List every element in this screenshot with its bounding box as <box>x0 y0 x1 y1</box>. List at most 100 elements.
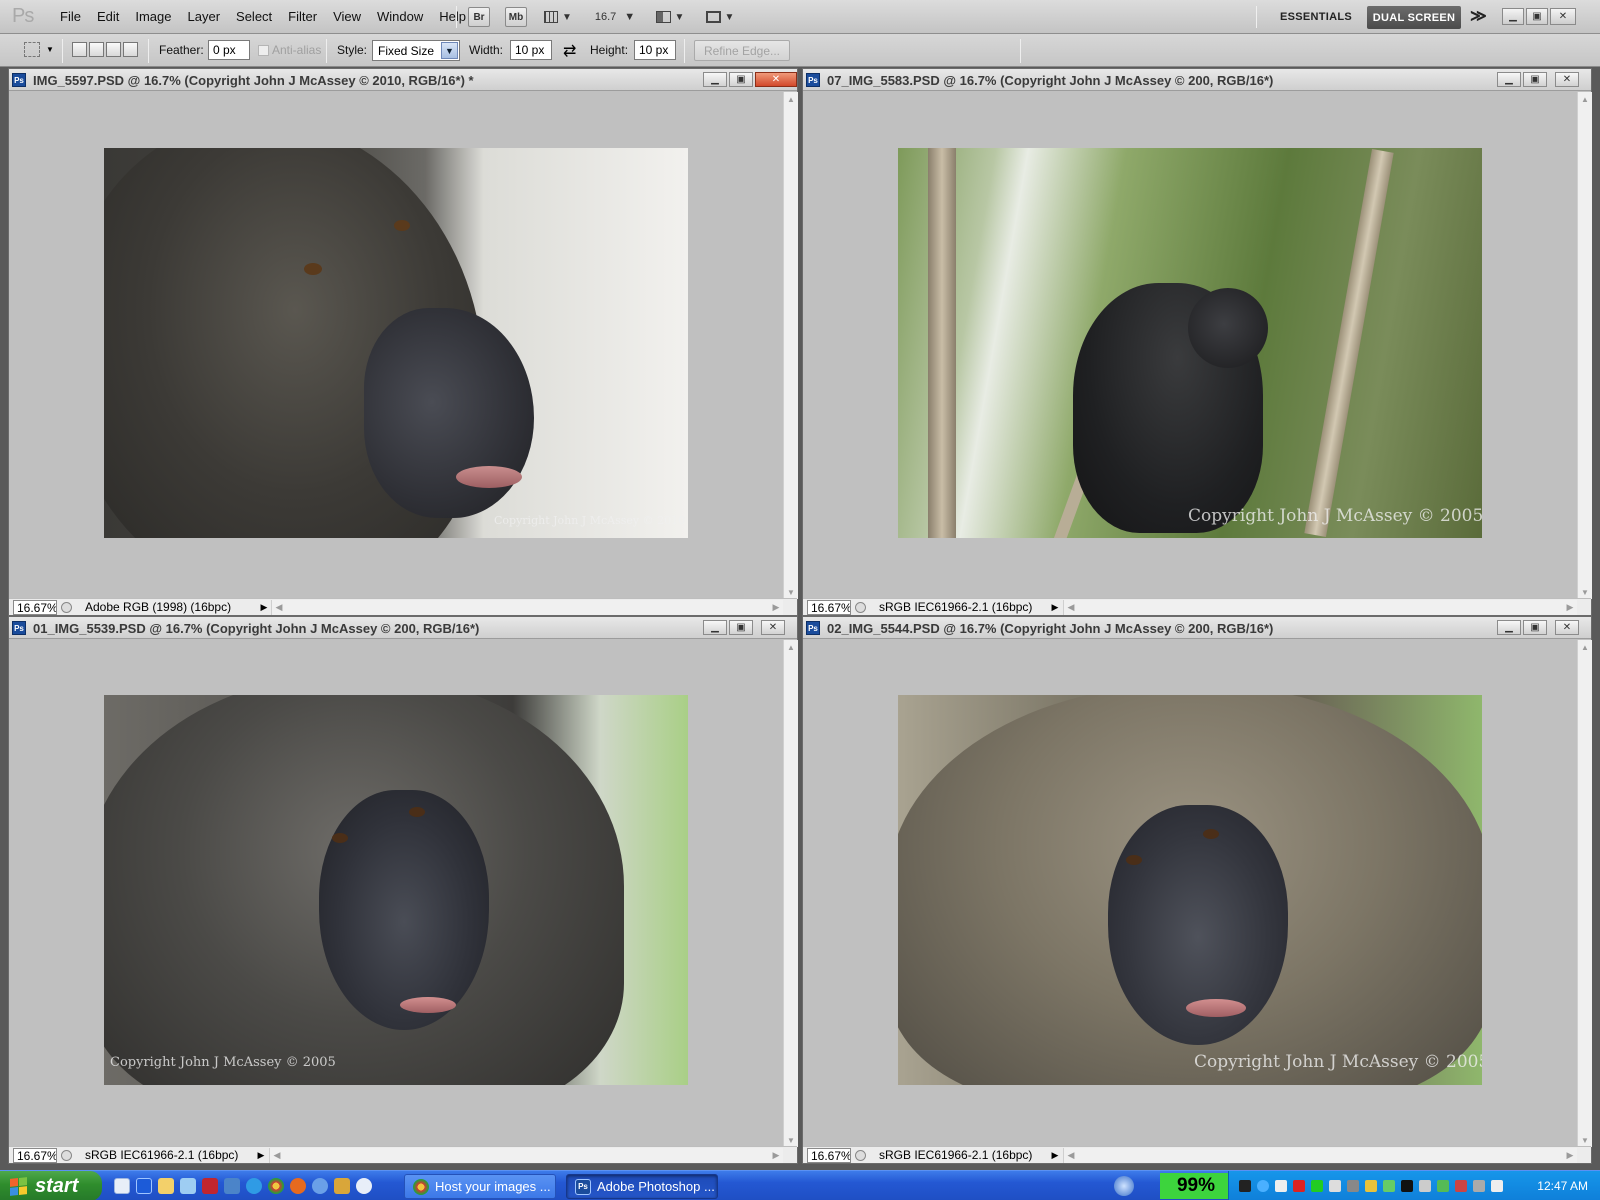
add-selection-icon[interactable] <box>89 42 104 57</box>
tray-app-icon[interactable] <box>1383 1180 1395 1192</box>
doc-close-button[interactable]: ✕ <box>755 72 797 87</box>
vertical-scrollbar[interactable]: ▲ ▼ <box>783 92 798 599</box>
doc-restore-button[interactable]: ▣ <box>1523 72 1547 87</box>
marquee-tool-icon[interactable] <box>24 42 40 57</box>
scroll-left-icon[interactable]: ◀ <box>1064 600 1078 615</box>
doc-close-button[interactable]: ✕ <box>761 620 785 635</box>
doc-minimize-button[interactable]: ▁ <box>1497 620 1521 635</box>
tray-app-icon[interactable] <box>1455 1180 1467 1192</box>
scroll-right-icon[interactable]: ▶ <box>769 1148 783 1163</box>
workspace-dual-screen[interactable]: DUAL SCREEN <box>1367 6 1461 29</box>
minibridge-button[interactable]: Mb <box>505 7 527 27</box>
subtract-selection-icon[interactable] <box>106 42 121 57</box>
scroll-up-icon[interactable]: ▲ <box>784 640 798 654</box>
zoom-field[interactable]: 16.67% <box>13 1148 57 1163</box>
scroll-left-icon[interactable]: ◀ <box>272 600 286 615</box>
zoom-field[interactable]: 16.67% <box>13 600 57 615</box>
swap-dimensions-icon[interactable]: ⇄ <box>563 41 576 61</box>
scroll-up-icon[interactable]: ▲ <box>1578 640 1592 654</box>
bluetooth-icon[interactable] <box>136 1178 152 1194</box>
menu-edit[interactable]: Edit <box>89 9 127 24</box>
document-titlebar[interactable]: Ps 07_IMG_5583.PSD @ 16.7% (Copyright Jo… <box>803 69 1591 91</box>
app-minimize-button[interactable]: ▁ <box>1502 8 1524 25</box>
tray-app-icon[interactable] <box>1293 1180 1305 1192</box>
arrange-documents-button[interactable]: ▼ <box>652 7 688 27</box>
app-close-button[interactable]: ✕ <box>1550 8 1576 25</box>
refine-edge-button[interactable]: Refine Edge... <box>694 40 790 61</box>
scroll-down-icon[interactable]: ▼ <box>1578 1133 1592 1147</box>
app-shortcut-icon[interactable] <box>334 1178 350 1194</box>
tray-app-icon[interactable] <box>1419 1180 1431 1192</box>
menu-view[interactable]: View <box>325 9 369 24</box>
status-menu-arrow-icon[interactable]: ▶ <box>1050 1149 1060 1161</box>
style-dropdown[interactable]: Fixed Size ▼ <box>372 40 460 61</box>
width-input[interactable]: 10 px <box>510 40 552 60</box>
tray-app-icon[interactable] <box>1347 1180 1359 1192</box>
chrome-icon[interactable] <box>268 1178 284 1194</box>
view-extras-button[interactable]: ▼ <box>540 7 576 27</box>
height-input[interactable]: 10 px <box>634 40 676 60</box>
computer-icon[interactable] <box>180 1178 196 1194</box>
antialias-checkbox[interactable]: Anti-alias <box>258 43 321 57</box>
intersect-selection-icon[interactable] <box>123 42 138 57</box>
doc-restore-button[interactable]: ▣ <box>729 620 753 635</box>
menu-filter[interactable]: Filter <box>280 9 325 24</box>
screen-mode-button[interactable]: ▼ <box>702 7 738 27</box>
scroll-right-icon[interactable]: ▶ <box>1563 1148 1577 1163</box>
status-menu-arrow-icon[interactable]: ▶ <box>259 601 269 613</box>
doc-close-button[interactable]: ✕ <box>1555 72 1579 87</box>
status-info-icon[interactable] <box>855 1150 866 1161</box>
document-canvas[interactable]: Copyright John J McAssey © 2005 <box>803 640 1577 1147</box>
doc-minimize-button[interactable]: ▁ <box>1497 72 1521 87</box>
horizontal-scrollbar[interactable]: ◀ ▶ <box>271 600 783 615</box>
battery-indicator[interactable]: 99% <box>1160 1173 1232 1199</box>
zoom-field[interactable]: 16.67% <box>807 600 851 615</box>
app-shortcut-icon[interactable] <box>224 1178 240 1194</box>
scroll-up-icon[interactable]: ▲ <box>1578 92 1592 106</box>
firefox-icon[interactable] <box>290 1178 306 1194</box>
internet-explorer-icon[interactable] <box>246 1178 262 1194</box>
menu-image[interactable]: Image <box>127 9 179 24</box>
doc-restore-button[interactable]: ▣ <box>729 72 753 87</box>
tray-app-icon[interactable] <box>1275 1180 1287 1192</box>
tray-app-icon[interactable] <box>1401 1180 1413 1192</box>
status-menu-arrow-icon[interactable]: ▶ <box>1050 601 1060 613</box>
tray-app-icon[interactable] <box>1329 1180 1341 1192</box>
horizontal-scrollbar[interactable]: ◀ ▶ <box>269 1148 783 1163</box>
vertical-scrollbar[interactable]: ▲ ▼ <box>1577 92 1592 599</box>
security-shield-icon[interactable] <box>1365 1180 1377 1192</box>
document-titlebar[interactable]: Ps 02_IMG_5544.PSD @ 16.7% (Copyright Jo… <box>803 617 1591 639</box>
scroll-right-icon[interactable]: ▶ <box>1563 600 1577 615</box>
menu-file[interactable]: File <box>52 9 89 24</box>
document-canvas[interactable]: Copyright John J McAssey © 2010 <box>9 92 783 599</box>
vertical-scrollbar[interactable]: ▲ ▼ <box>783 640 798 1147</box>
scroll-down-icon[interactable]: ▼ <box>784 585 798 599</box>
language-bar-icon[interactable] <box>1114 1176 1134 1196</box>
horizontal-scrollbar[interactable]: ◀ ▶ <box>1063 1148 1577 1163</box>
workspace-more-button[interactable]: ≫ <box>1470 6 1487 26</box>
workspace-essentials[interactable]: ESSENTIALS <box>1280 11 1352 23</box>
status-menu-arrow-icon[interactable]: ▶ <box>256 1149 266 1161</box>
scroll-left-icon[interactable]: ◀ <box>1064 1148 1078 1163</box>
menu-window[interactable]: Window <box>369 9 431 24</box>
document-titlebar[interactable]: Ps IMG_5597.PSD @ 16.7% (Copyright John … <box>9 69 797 91</box>
taskbar-button-photoshop[interactable]: Ps Adobe Photoshop ... <box>566 1174 718 1199</box>
app-shortcut-icon[interactable] <box>312 1178 328 1194</box>
document-window-2[interactable]: Ps 07_IMG_5583.PSD @ 16.7% (Copyright Jo… <box>802 68 1592 616</box>
system-clock[interactable]: 12:47 AM <box>1537 1179 1588 1193</box>
document-canvas[interactable]: Copyright John J McAssey © 2005 <box>9 640 783 1147</box>
start-button[interactable]: start <box>0 1171 102 1200</box>
app-restore-button[interactable]: ▣ <box>1526 8 1548 25</box>
scroll-left-icon[interactable]: ◀ <box>270 1148 284 1163</box>
doc-minimize-button[interactable]: ▁ <box>703 620 727 635</box>
document-canvas[interactable]: Copyright John J McAssey © 2005 <box>803 92 1577 599</box>
menu-layer[interactable]: Layer <box>180 9 229 24</box>
document-titlebar[interactable]: Ps 01_IMG_5539.PSD @ 16.7% (Copyright Jo… <box>9 617 797 639</box>
doc-close-button[interactable]: ✕ <box>1555 620 1579 635</box>
tray-app-icon[interactable] <box>1239 1180 1251 1192</box>
doc-restore-button[interactable]: ▣ <box>1523 620 1547 635</box>
feather-input[interactable]: 0 px <box>208 40 250 60</box>
scroll-down-icon[interactable]: ▼ <box>784 1133 798 1147</box>
show-desktop-icon[interactable] <box>114 1178 130 1194</box>
zoom-level-dropdown[interactable]: 16.7 ▼ <box>594 7 636 27</box>
